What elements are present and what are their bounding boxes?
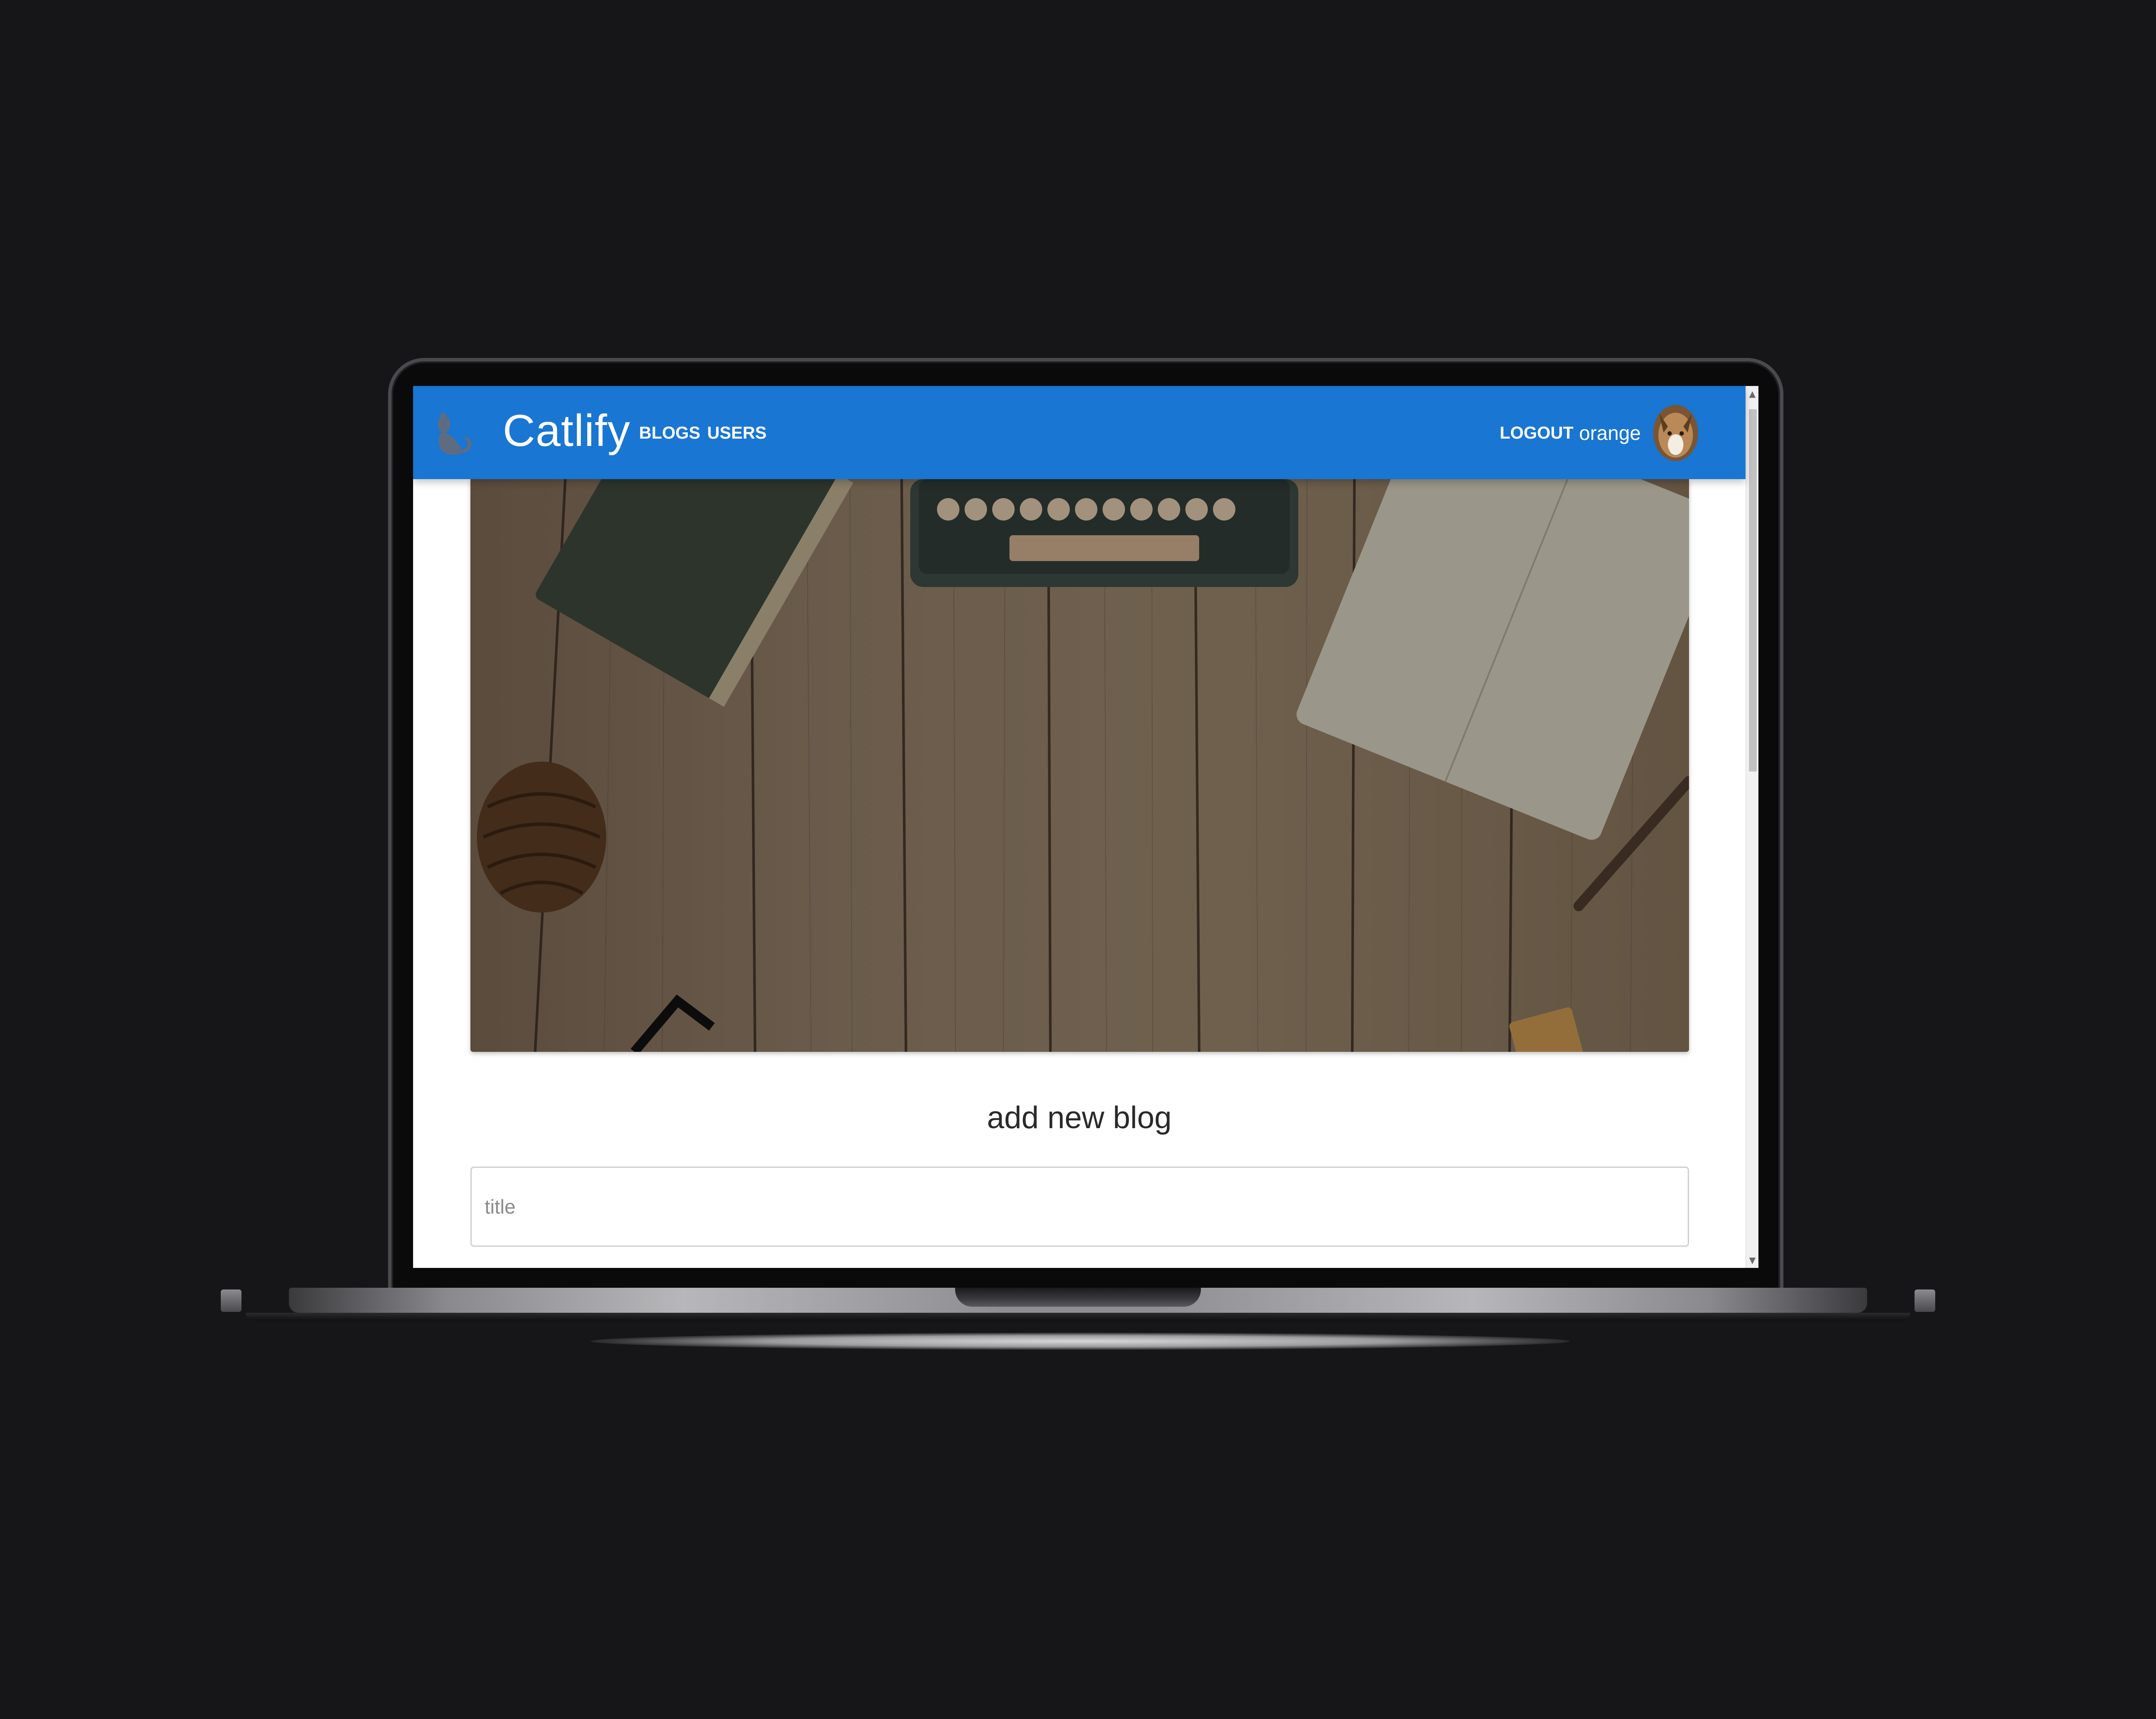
page-heading: add new blog [987, 1101, 1172, 1135]
mockup-stage: add new blog Catlify BLOGS USERS LOGOUT … [0, 0, 2156, 1719]
logout-button[interactable]: LOGOUT [1500, 414, 1573, 452]
laptop-foot-right [1915, 1289, 1935, 1312]
laptop-screen: add new blog Catlify BLOGS USERS LOGOUT … [413, 386, 1758, 1268]
scroll-thumb[interactable] [1749, 409, 1757, 772]
username-label: orange [1579, 422, 1641, 444]
laptop-base-lip [246, 1313, 1910, 1321]
top-navbar: Catlify BLOGS USERS LOGOUT orange [413, 386, 1745, 479]
scroll-down-icon[interactable]: ▼ [1746, 1254, 1758, 1266]
page-content: add new blog [413, 386, 1745, 1268]
laptop-shadow [591, 1333, 1570, 1350]
nav-blogs-link[interactable]: BLOGS [639, 414, 700, 452]
title-input[interactable] [470, 1167, 1689, 1247]
laptop-notch [955, 1288, 1201, 1307]
laptop-foot-left [221, 1289, 241, 1312]
hero-image [470, 479, 1689, 1052]
user-avatar[interactable] [1653, 405, 1698, 461]
cat-icon[interactable] [432, 410, 473, 458]
brand-title[interactable]: Catlify [503, 405, 630, 457]
scroll-up-icon[interactable]: ▲ [1746, 388, 1758, 400]
page-scrollbar[interactable]: ▲ ▼ [1745, 386, 1758, 1268]
nav-users-link[interactable]: USERS [707, 414, 767, 452]
